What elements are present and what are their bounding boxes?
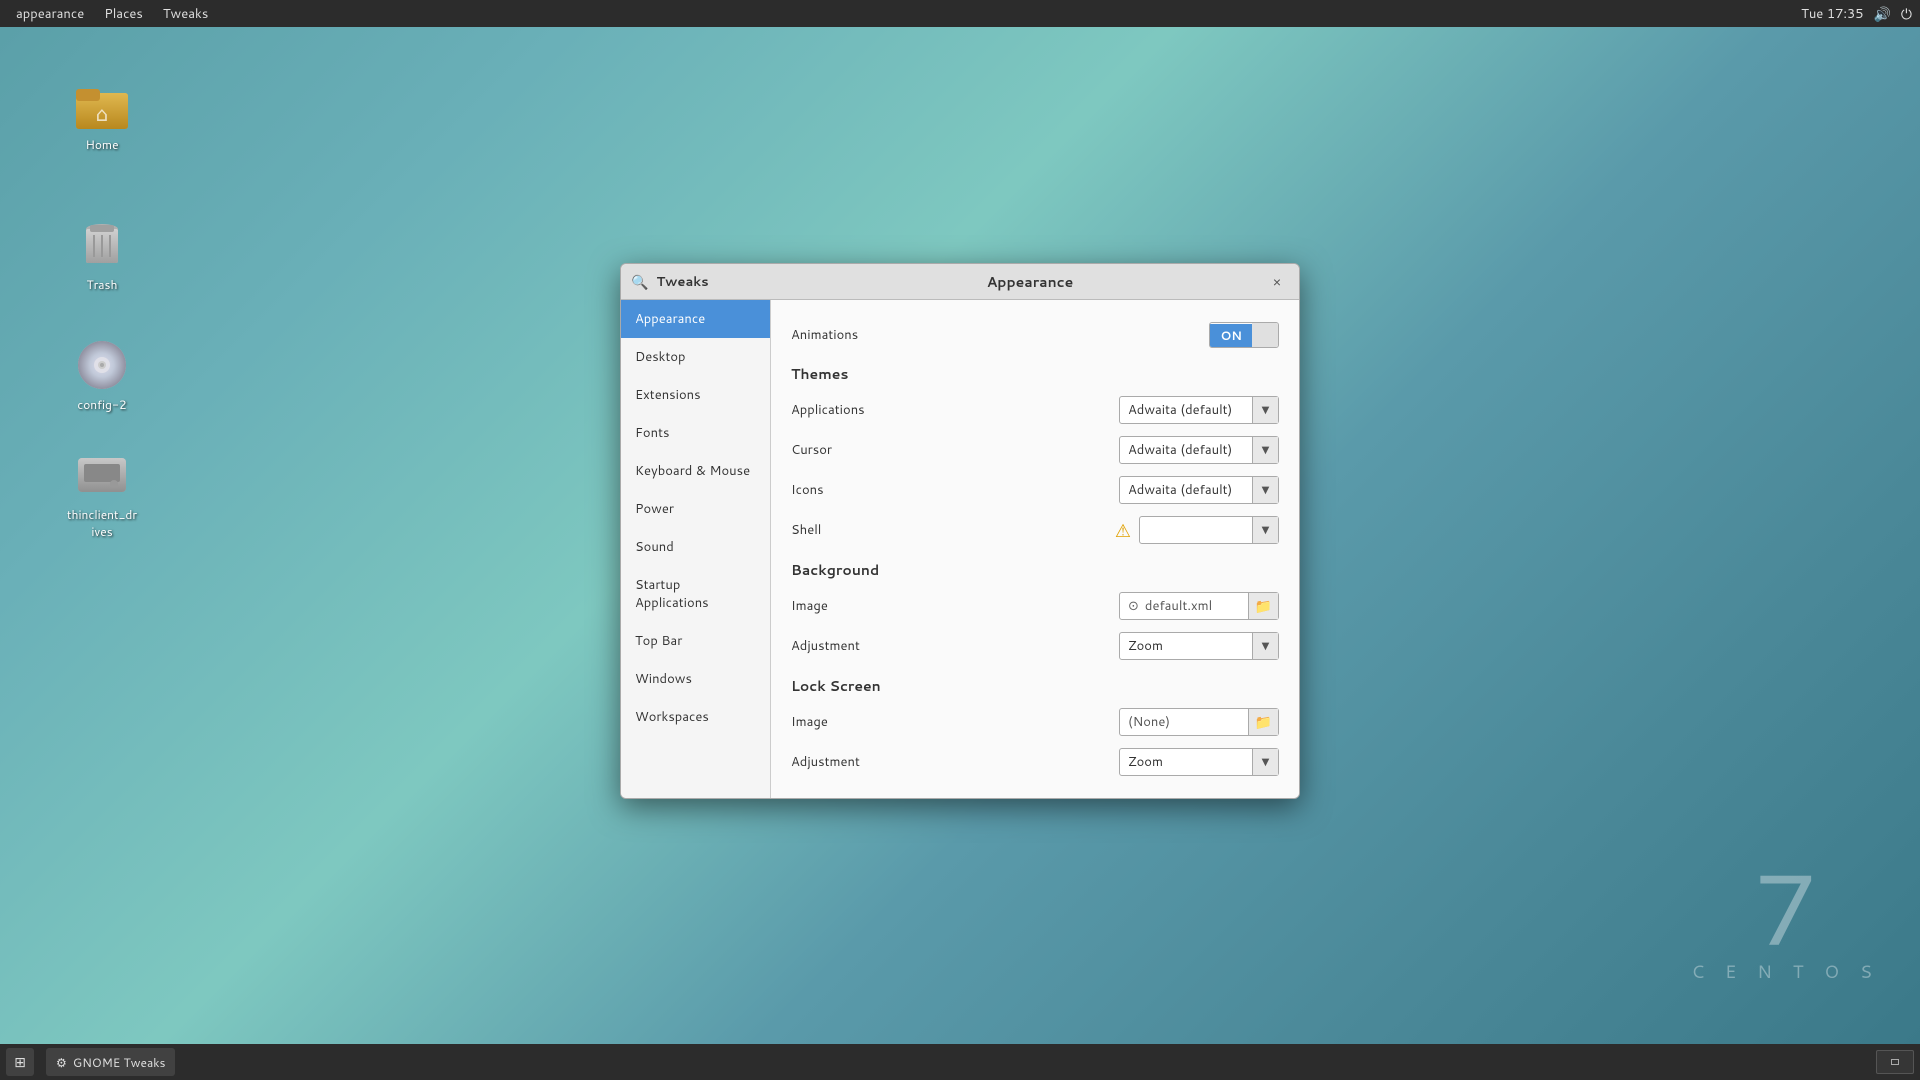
toggle-off-area [1252,323,1278,347]
themes-header: Themes [791,364,1279,384]
icons-value: Adwaita (default) [1120,481,1252,499]
taskbar-item-label: GNOME Tweaks [73,1054,166,1071]
animations-row: Animations ON [791,316,1279,354]
bg-adjustment-value: Zoom [1120,637,1252,655]
shell-arrow: ▼ [1252,517,1278,543]
shell-controls: ⚠ ▼ [1115,516,1279,544]
background-header: Background [791,560,1279,580]
lock-screen-header: Lock Screen [791,676,1279,696]
sidebar-item-fonts[interactable]: Fonts [621,414,770,452]
ls-image-value-text: (None) [1128,713,1170,731]
dialog-titlebar: 🔍 Tweaks Appearance × [621,264,1299,300]
animations-label: Animations [791,326,858,344]
taskbar-show-desktop-btn[interactable]: ⊞ [6,1048,34,1076]
applications-theme-label: Applications [791,401,865,419]
sidebar-title: Tweaks [656,273,708,291]
icons-row: Icons Adwaita (default) ▼ [791,470,1279,510]
taskbar-item-icon: ⚙ [56,1054,67,1071]
sidebar-item-desktop[interactable]: Desktop [621,338,770,376]
animations-toggle[interactable]: ON [1209,322,1279,348]
taskbar-window-dot [1891,1059,1899,1065]
sidebar-item-extensions[interactable]: Extensions [621,376,770,414]
shell-dropdown[interactable]: ▼ [1139,516,1279,544]
bg-image-browse-btn[interactable]: 📁 [1248,593,1278,619]
sidebar-item-workspaces[interactable]: Workspaces [621,698,770,736]
shell-row: Shell ⚠ ▼ [791,510,1279,550]
ls-image-row: Image (None) 📁 [791,702,1279,742]
cursor-row: Cursor Adwaita (default) ▼ [791,430,1279,470]
taskbar-window-switcher[interactable] [1876,1050,1914,1074]
bg-adjustment-row: Adjustment Zoom ▼ [791,626,1279,666]
ls-image-label: Image [791,713,828,731]
taskbar: ⊞ ⚙ GNOME Tweaks [0,1044,1920,1080]
bg-image-label: Image [791,597,828,615]
ls-image-browse-btn[interactable]: 📁 [1248,709,1278,735]
taskbar-right [1876,1050,1914,1074]
sidebar-item-startup-applications[interactable]: Startup Applications [621,566,770,622]
sidebar-item-appearance[interactable]: Appearance [621,300,770,338]
cursor-dropdown[interactable]: Adwaita (default) ▼ [1119,436,1279,464]
bg-image-chooser[interactable]: ⊙ default.xml 📁 [1119,592,1279,620]
bg-image-value-text: default.xml [1145,597,1212,615]
ls-adjustment-arrow: ▼ [1252,749,1278,775]
applications-theme-value: Adwaita (default) [1120,401,1252,419]
dialog-title-text: Appearance [987,272,1074,292]
dialog-close-button[interactable]: × [1265,270,1289,294]
tweaks-dialog: 🔍 Tweaks Appearance × Appearance Desktop… [620,263,1300,799]
desktop: ⌂ Home [0,27,1920,1044]
sidebar-item-windows[interactable]: Windows [621,660,770,698]
search-icon[interactable]: 🔍 [631,272,648,292]
icons-arrow: ▼ [1252,477,1278,503]
bg-image-row: Image ⊙ default.xml 📁 [791,586,1279,626]
taskbar-left-icons: ⊞ [6,1048,34,1076]
volume-icon[interactable]: 🔊 [1873,4,1890,24]
icons-dropdown[interactable]: Adwaita (default) ▼ [1119,476,1279,504]
bg-adjustment-dropdown[interactable]: Zoom ▼ [1119,632,1279,660]
ls-adjustment-dropdown[interactable]: Zoom ▼ [1119,748,1279,776]
sidebar: Appearance Desktop Extensions Fonts Keyb… [621,300,771,798]
bg-adjustment-arrow: ▼ [1252,633,1278,659]
icons-label: Icons [791,481,824,499]
ls-image-value-area: (None) [1120,713,1248,731]
cursor-label: Cursor [791,441,832,459]
dialog-body: Appearance Desktop Extensions Fonts Keyb… [621,300,1299,798]
power-icon[interactable]: ⏻ [1901,4,1912,24]
topbar-left: appearance Places Tweaks [8,3,216,25]
bg-adjustment-label: Adjustment [791,637,860,655]
menu-places[interactable]: Places [96,3,151,25]
cursor-arrow: ▼ [1252,437,1278,463]
sidebar-item-keyboard-mouse[interactable]: Keyboard & Mouse [621,452,770,490]
ls-adjustment-row: Adjustment Zoom ▼ [791,742,1279,782]
sidebar-item-sound[interactable]: Sound [621,528,770,566]
dialog-overlay: 🔍 Tweaks Appearance × Appearance Desktop… [0,54,1920,1008]
dialog-sidebar-header: 🔍 Tweaks [621,272,761,292]
applications-theme-row: Applications Adwaita (default) ▼ [791,390,1279,430]
sidebar-item-top-bar[interactable]: Top Bar [621,622,770,660]
ls-adjustment-value: Zoom [1120,753,1252,771]
toggle-on-label: ON [1210,324,1252,347]
ls-image-chooser[interactable]: (None) 📁 [1119,708,1279,736]
ls-adjustment-label: Adjustment [791,753,860,771]
menu-applications[interactable]: appearance [8,3,92,25]
menu-tweaks[interactable]: Tweaks [155,3,216,25]
shell-label: Shell [791,521,821,539]
bg-image-value-area: ⊙ default.xml [1120,597,1248,615]
bg-image-small-icon: ⊙ [1128,597,1139,615]
topbar: appearance Places Tweaks Tue 17:35 🔊 ⏻ [0,0,1920,27]
shell-warning-icon: ⚠ [1115,517,1131,543]
taskbar-gnome-tweaks-item[interactable]: ⚙ GNOME Tweaks [46,1048,175,1076]
topbar-time: Tue 17:35 [1801,5,1863,23]
content-area: Animations ON Themes Applications Adwait… [771,300,1299,798]
sidebar-item-power[interactable]: Power [621,490,770,528]
applications-theme-dropdown[interactable]: Adwaita (default) ▼ [1119,396,1279,424]
cursor-value: Adwaita (default) [1120,441,1252,459]
dialog-title: Appearance [761,272,1299,292]
applications-theme-arrow: ▼ [1252,397,1278,423]
topbar-right: Tue 17:35 🔊 ⏻ [1801,4,1912,24]
